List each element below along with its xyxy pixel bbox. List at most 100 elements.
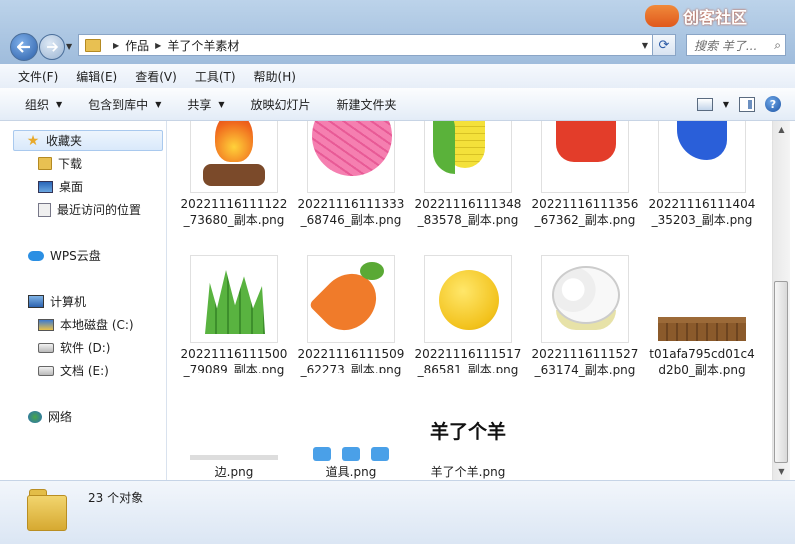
menu-view[interactable]: 查看(V) [127, 68, 185, 85]
back-button[interactable] [10, 33, 38, 61]
drive-icon [38, 342, 54, 353]
chevron-down-icon[interactable]: ▼ [638, 41, 652, 50]
menu-edit[interactable]: 编辑(E) [68, 68, 125, 85]
chevron-down-icon: ▼ [56, 99, 63, 109]
watermark-text: 创客社区 [683, 8, 748, 27]
file-name: 羊了个羊.png [430, 465, 506, 479]
file-name: t01afa795cd01c4d2b0_副本.png [649, 347, 755, 377]
chevron-right-icon[interactable]: ▶ [155, 41, 161, 50]
computer-icon [28, 295, 44, 308]
list-item[interactable]: 20221116111509_62273_副本.png [296, 255, 406, 378]
title-text-icon: 羊了个羊 [424, 373, 512, 461]
search-input[interactable]: 搜索 羊了... ⌕ [686, 34, 786, 56]
file-name: 20221116111356_67362_副本.png [531, 197, 639, 227]
list-item[interactable]: 边.png [179, 373, 289, 480]
recent-places-icon [38, 202, 51, 217]
scrollbar-thumb[interactable] [774, 281, 788, 463]
glove-icon [658, 121, 746, 193]
campfire-icon [190, 121, 278, 193]
refresh-button[interactable]: ⟳ [652, 34, 676, 56]
list-item[interactable]: 20221116111500_79089_副本.png [179, 255, 289, 378]
nav-label: 网络 [48, 410, 73, 424]
recent-pages-dropdown[interactable]: ▼ [66, 42, 72, 51]
item-count: 23 个对象 [88, 491, 144, 505]
list-item[interactable]: t01afa795cd01c4d2b0_副本.png [647, 255, 757, 378]
chevron-right-icon[interactable]: ▶ [113, 41, 119, 50]
organize-button[interactable]: 组织 ▼ [12, 96, 75, 113]
watermark: 创客社区 [645, 4, 747, 28]
menu-file[interactable]: 文件(F) [10, 68, 66, 85]
search-icon[interactable]: ⌕ [774, 38, 781, 53]
list-item[interactable]: 20221116111122_73680_副本.png [179, 121, 289, 228]
forward-button[interactable] [39, 34, 65, 60]
corn-icon [424, 121, 512, 193]
drive-icon [38, 365, 54, 376]
nav-wps-cloud[interactable]: WPS云盘 [28, 247, 101, 264]
network-icon [28, 410, 42, 423]
organize-label: 组织 [25, 97, 50, 112]
chevron-down-icon: ▼ [218, 99, 225, 109]
watermark-logo-icon [645, 5, 679, 27]
vertical-scrollbar[interactable]: ▲ ▼ [772, 121, 790, 480]
arrow-left-icon [17, 41, 30, 53]
share-button[interactable]: 共享 ▼ [174, 96, 237, 113]
carrot-icon [307, 255, 395, 343]
fence-icon [658, 255, 746, 343]
nav-label: 文档 (E:) [60, 364, 109, 378]
desktop-icon [38, 180, 53, 193]
nav-desktop[interactable]: 桌面 [38, 178, 83, 195]
cloud-icon [28, 250, 44, 261]
list-item[interactable]: 20221116111356_67362_副本.png [530, 121, 640, 228]
nav-label: 收藏夹 [46, 134, 83, 148]
file-name: 20221116111333_68746_副本.png [297, 197, 405, 227]
help-icon[interactable]: ? [765, 96, 781, 112]
list-item[interactable]: 20221116111404_35203_副本.png [647, 121, 757, 228]
nav-label: 下载 [58, 157, 83, 171]
arrow-right-icon [47, 42, 58, 52]
command-bar: 组织 ▼ 包含到库中 ▼ 共享 ▼ 放映幻灯片 新建文件夹 ▼ ? [0, 88, 795, 121]
nav-recent[interactable]: 最近访问的位置 [38, 201, 141, 218]
nav-label: 软件 (D:) [60, 341, 111, 355]
new-folder-button[interactable]: 新建文件夹 [324, 96, 410, 113]
address-bar[interactable]: ▶ 作品 ▶ 羊了个羊素材 ▼ [78, 34, 653, 56]
chevron-up-icon[interactable]: ▲ [773, 121, 790, 138]
breadcrumb-item[interactable]: 羊了个羊素材 [167, 37, 239, 54]
chevron-down-icon[interactable]: ▼ [723, 100, 729, 109]
menu-tools[interactable]: 工具(T) [187, 68, 244, 85]
nav-favorites[interactable]: ★ 收藏夹 [13, 130, 163, 151]
list-item[interactable]: 20221116111333_68746_副本.png [296, 121, 406, 228]
file-name: 道具.png [325, 465, 377, 479]
file-name: 20221116111527_63174_副本.png [531, 347, 639, 377]
nav-downloads[interactable]: 下载 [38, 155, 82, 172]
menu-help[interactable]: 帮助(H) [246, 68, 304, 85]
nav-label: 桌面 [59, 180, 84, 194]
nav-label: 计算机 [50, 295, 87, 309]
nav-computer[interactable]: 计算机 [28, 293, 86, 310]
nav-label: 本地磁盘 (C:) [60, 318, 134, 332]
image-text: 羊了个羊 [429, 421, 506, 443]
nav-drive-d[interactable]: 软件 (D:) [38, 339, 110, 356]
slideshow-button[interactable]: 放映幻灯片 [238, 96, 324, 113]
list-item[interactable]: 道具.png [296, 373, 406, 480]
chevron-down-icon[interactable]: ▼ [773, 463, 790, 480]
nav-label: 最近访问的位置 [57, 203, 142, 217]
nav-drive-c[interactable]: 本地磁盘 (C:) [38, 316, 134, 333]
nav-label: WPS云盘 [50, 249, 101, 263]
nav-network[interactable]: 网络 [28, 408, 72, 425]
list-item[interactable]: 20221116111527_63174_副本.png [530, 255, 640, 378]
file-name: 20221116111404_35203_副本.png [648, 197, 756, 227]
include-library-button[interactable]: 包含到库中 ▼ [75, 96, 174, 113]
edge-icon [190, 373, 278, 461]
yarn-ball-icon [307, 121, 395, 193]
nav-drive-e[interactable]: 文档 (E:) [38, 362, 109, 379]
change-view-icon[interactable] [696, 97, 713, 111]
tools-icon [307, 373, 395, 461]
breadcrumb-item[interactable]: 作品 [125, 37, 149, 54]
preview-pane-icon[interactable] [739, 96, 755, 112]
cauliflower-icon [541, 255, 629, 343]
list-item[interactable]: 羊了个羊 羊了个羊.png [413, 373, 523, 480]
list-item[interactable]: 20221116111517_86581_副本.png [413, 255, 523, 378]
details-pane: 23 个对象 [0, 480, 795, 544]
file-name: 20221116111348_83578_副本.png [414, 197, 522, 227]
list-item[interactable]: 20221116111348_83578_副本.png [413, 121, 523, 228]
